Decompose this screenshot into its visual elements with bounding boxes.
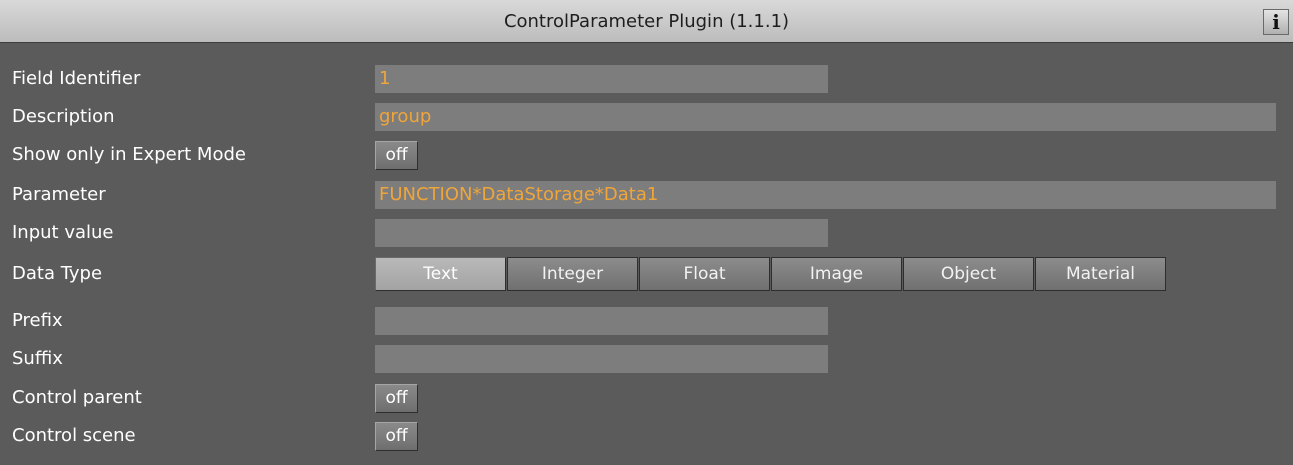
data-type-image-button[interactable]: Image — [771, 257, 902, 291]
show-expert-label: Show only in Expert Mode — [12, 144, 246, 165]
field-identifier-input[interactable]: 1 — [375, 65, 828, 93]
control-scene-toggle[interactable]: off — [375, 422, 418, 451]
input-value-label: Input value — [12, 222, 114, 243]
row-show-expert: Show only in Expert Mode off — [0, 140, 1293, 170]
data-type-material-button[interactable]: Material — [1035, 257, 1166, 291]
control-scene-label: Control scene — [12, 425, 136, 446]
suffix-label: Suffix — [12, 348, 63, 369]
row-description: Description group — [0, 102, 1293, 132]
row-control-scene: Control scene off — [0, 421, 1293, 451]
row-suffix: Suffix — [0, 344, 1293, 374]
prefix-label: Prefix — [12, 310, 63, 331]
row-input-value: Input value — [0, 218, 1293, 248]
input-value-input[interactable] — [375, 219, 828, 247]
title-bar: ControlParameter Plugin (1.1.1) i — [0, 0, 1293, 43]
control-parent-label: Control parent — [12, 387, 142, 408]
control-parent-toggle[interactable]: off — [375, 384, 418, 413]
window-title: ControlParameter Plugin (1.1.1) — [503, 11, 790, 32]
info-icon[interactable]: i — [1263, 9, 1289, 35]
data-type-float-button[interactable]: Float — [639, 257, 770, 291]
suffix-input[interactable] — [375, 345, 828, 373]
row-parameter: Parameter FUNCTION*DataStorage*Data1 — [0, 180, 1293, 210]
data-type-integer-button[interactable]: Integer — [507, 257, 638, 291]
field-identifier-label: Field Identifier — [12, 68, 141, 89]
control-parameter-panel: ControlParameter Plugin (1.1.1) i Field … — [0, 0, 1293, 465]
data-type-label: Data Type — [12, 263, 103, 284]
row-prefix: Prefix — [0, 306, 1293, 336]
row-data-type: Data Type Text Integer Float Image Objec… — [0, 256, 1293, 292]
prefix-input[interactable] — [375, 307, 828, 335]
parameter-label: Parameter — [12, 184, 106, 205]
row-control-parent: Control parent off — [0, 383, 1293, 413]
show-expert-toggle[interactable]: off — [375, 141, 418, 170]
parameter-input[interactable]: FUNCTION*DataStorage*Data1 — [375, 181, 1276, 209]
data-type-text-button[interactable]: Text — [375, 257, 506, 291]
description-label: Description — [12, 106, 115, 127]
description-input[interactable]: group — [375, 103, 1276, 131]
data-type-object-button[interactable]: Object — [903, 257, 1034, 291]
data-type-selector: Text Integer Float Image Object Material — [375, 257, 1167, 291]
row-field-identifier: Field Identifier 1 — [0, 64, 1293, 94]
